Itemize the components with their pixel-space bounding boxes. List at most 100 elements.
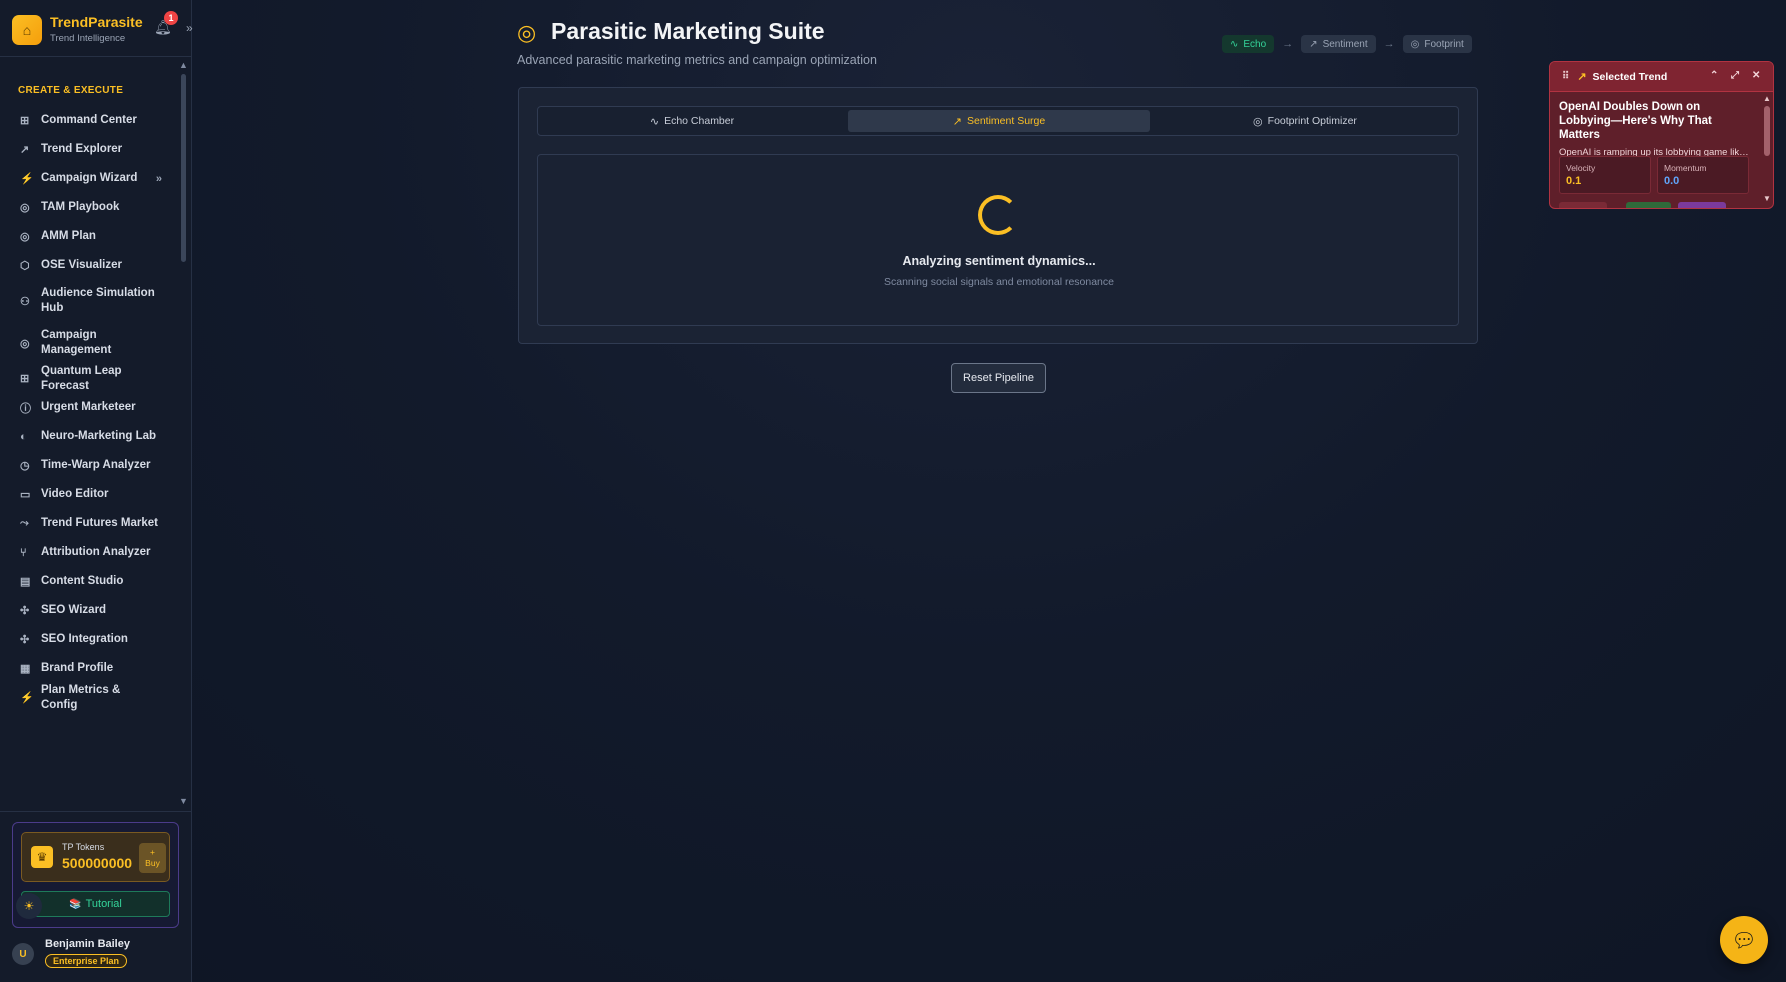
tutorial-button[interactable]: 📚 Tutorial [21,891,170,917]
arrow-right-icon: → [1383,38,1395,50]
widget-action-peek[interactable] [1678,202,1726,208]
expand-icon[interactable]: ⤢ [1731,70,1739,81]
token-box: ♛ TP Tokens 500000000 + Buy [21,832,170,882]
pipeline-step-echo: ∿ Echo [1222,35,1275,53]
trend-metrics: Velocity 0.1 Momentum 0.0 [1559,156,1755,194]
building-icon: ▦ [20,663,31,675]
expand-sidebar-icon[interactable]: » [186,21,193,35]
widget-scrollbar[interactable] [1764,106,1770,156]
reset-pipeline-button[interactable]: Reset Pipeline [951,363,1046,393]
scroll-down-icon[interactable]: ▼ [179,796,188,806]
tab-sentiment-surge[interactable]: ↗ Sentiment Surge [848,110,1150,132]
activity-icon: ∿ [1230,38,1239,50]
plan-badge: Enterprise Plan [45,954,128,968]
widget-action-peek[interactable] [1559,202,1607,208]
bug-icon[interactable]: ☀ [16,893,42,919]
sidebar-item-trend-futures-market[interactable]: ⤳ Trend Futures Market [10,509,176,538]
sidebar-item-attribution-analyzer[interactable]: ⑂ Attribution Analyzer [10,538,176,567]
pipeline-step-label: Footprint [1424,38,1464,50]
sidebar-item-label: Plan Metrics & Config [41,683,121,711]
loading-spinner-icon [978,195,1018,235]
dashboard-icon: ⊞ [20,115,30,127]
sidebar-item-label: Campaign Wizard [41,172,138,184]
tab-label: Sentiment Surge [967,115,1046,127]
sidebar-item-label: Command Center [41,114,137,126]
sidebar-item-neuro-marketing-lab[interactable]: ◐ Neuro-Marketing Lab [10,422,176,451]
pipeline-step-label: Echo [1243,38,1267,50]
scroll-up-icon[interactable]: ▲ [179,60,188,70]
sidebar-item-plan-metrics-config[interactable]: ⚡ Plan Metrics & Config [10,683,176,712]
sidebar-item-urgent-marketeer[interactable]: ⓘ Urgent Marketeer [10,393,176,422]
page-title: Parasitic Marketing Suite [551,18,825,44]
pipeline-step-sentiment: ↗ Sentiment [1301,35,1376,53]
target-icon: ◎ [20,202,30,214]
brand[interactable]: ⌂ TrendParasite Trend Intelligence [12,14,143,45]
metric-label: Momentum [1664,163,1707,173]
sidebar-item-command-center[interactable]: ⊞ Command Center [10,106,176,135]
widget-title: Selected Trend [1592,70,1668,83]
buy-tokens-button[interactable]: + Buy [139,843,166,873]
sidebar-item-amm-plan[interactable]: ◎ AMM Plan [10,222,176,251]
sidebar-item-video-editor[interactable]: ▭ Video Editor [10,480,176,509]
tab-echo-chamber[interactable]: ∿ Echo Chamber [541,110,843,132]
target-icon: ◎ [20,337,30,350]
drag-handle-icon[interactable]: ⠿ [1562,71,1569,82]
sidebar-item-ose-visualizer[interactable]: ⬡ OSE Visualizer [10,251,176,280]
sidebar-item-quantum-leap-forecast[interactable]: ⊞ Quantum Leap Forecast [10,364,176,393]
lightning-icon: ⚡ [20,692,34,704]
widget-action-peek[interactable] [1626,202,1671,208]
trend-headline[interactable]: OpenAI Doubles Down on Lobbying—Here's W… [1559,100,1751,142]
video-icon: ▭ [20,489,31,501]
notification-badge: 1 [164,11,178,25]
buy-label: Buy [145,858,160,868]
chevron-right-icon[interactable]: » [156,173,162,185]
sidebar-item-time-warp-analyzer[interactable]: ◷ Time-Warp Analyzer [10,451,176,480]
sidebar-item-label: Quantum Leap Forecast [41,364,122,392]
logo-icon: ⌂ [12,14,42,45]
sidebar-item-trend-explorer[interactable]: ↗ Trend Explorer [10,135,176,164]
brain-icon: ◐ [20,430,27,443]
target-icon: ◎ [20,231,30,243]
sidebar-item-seo-wizard[interactable]: ✣ SEO Wizard [10,596,176,625]
users-icon: ⚇ [20,295,30,308]
sidebar-scrollbar[interactable] [181,74,186,262]
chevron-up-icon[interactable]: ⌃ [1710,70,1718,81]
crown-icon: ♛ [31,846,53,868]
sidebar-item-audience-simulation-hub[interactable]: ⚇ Audience Simulation Hub [10,280,176,322]
tab-bar: ∿ Echo Chamber ↗ Sentiment Surge ◎ Footp… [537,106,1459,136]
selected-trend-widget: ⠿ ↗ Selected Trend ⌃ ⤢ ✕ OpenAI Doubles … [1549,61,1774,209]
tab-footprint-optimizer[interactable]: ◎ Footprint Optimizer [1154,110,1456,132]
sidebar-item-seo-integration[interactable]: ✣ SEO Integration [10,625,176,654]
tab-label: Echo Chamber [664,115,735,127]
shield-icon: ⬡ [20,260,30,272]
sidebar-item-brand-profile[interactable]: ▦ Brand Profile [10,654,176,683]
sidebar-item-content-studio[interactable]: ▤ Content Studio [10,567,176,596]
clock-icon: ◷ [20,460,30,472]
app-tagline: Trend Intelligence [50,33,126,44]
target-icon: ◎ [517,20,537,45]
avatar[interactable]: U [12,943,34,965]
sidebar-item-campaign-wizard[interactable]: ⚡ Campaign Wizard » [10,164,176,193]
tab-label: Footprint Optimizer [1267,115,1357,127]
alert-icon: ⓘ [20,402,31,415]
trending-up-icon: ↗ [1309,38,1318,50]
close-icon[interactable]: ✕ [1752,70,1760,81]
sidebar-item-label: SEO Wizard [41,604,107,616]
scroll-down-icon[interactable]: ▼ [1763,194,1771,203]
sidebar: ⌂ TrendParasite Trend Intelligence 🔔︎ 1 … [0,0,193,982]
sidebar-item-label: Brand Profile [41,662,114,674]
widget-header[interactable]: ⠿ ↗ Selected Trend ⌃ ⤢ ✕ [1550,62,1773,92]
sidebar-item-tam-playbook[interactable]: ◎ TAM Playbook [10,193,176,222]
grid-icon: ⊞ [20,373,30,385]
scroll-up-icon[interactable]: ▲ [1763,94,1771,103]
target-icon: ◎ [1253,115,1263,128]
trending-down-icon: ⤳ [20,517,29,529]
sidebar-item-label: SEO Integration [41,633,128,645]
sidebar-item-campaign-management[interactable]: ◎ Campaign Management [10,322,176,364]
book-icon: 📚 [69,898,82,910]
nav-section-title: CREATE & EXECUTE [18,85,124,96]
sidebar-item-label: TAM Playbook [41,201,120,213]
divider [0,56,191,57]
chat-button[interactable]: 💬︎ [1720,916,1768,964]
page-subtitle: Advanced parasitic marketing metrics and… [517,53,877,67]
